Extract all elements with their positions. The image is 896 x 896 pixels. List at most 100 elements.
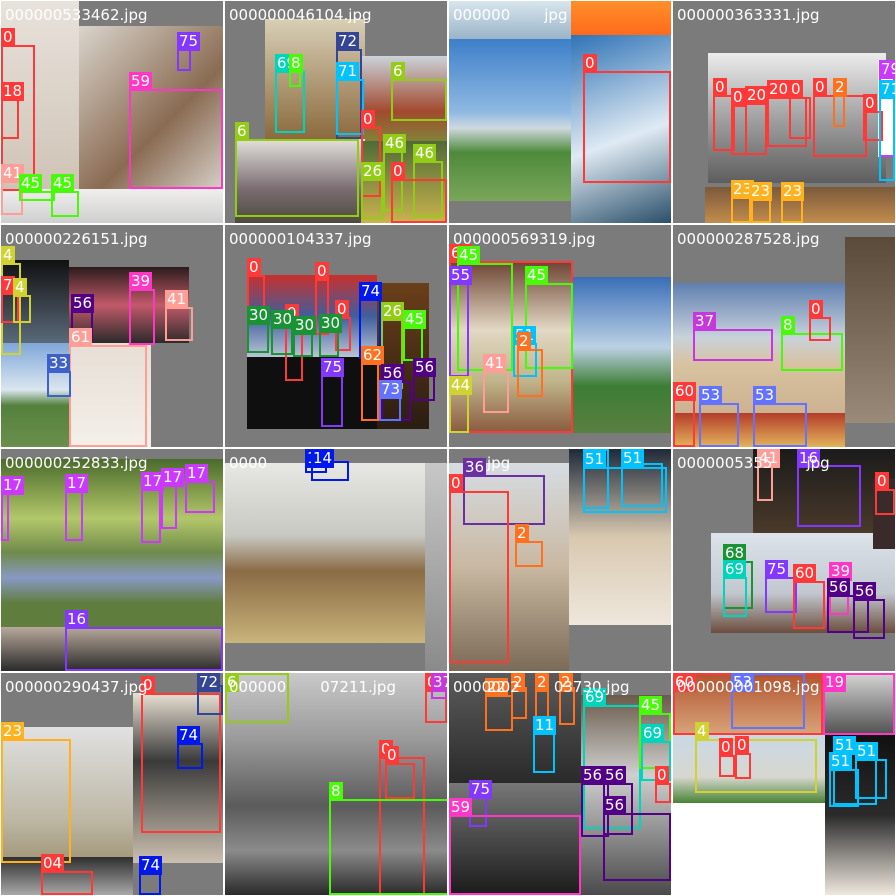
- mosaic-tile: 000000252833.jpg 17 17 17 17 17 16: [1, 449, 223, 671]
- class-label-tag: 61: [69, 328, 93, 347]
- mosaic-tile: 000000226151.jpg 4 41 39 56 61 33 7 4: [1, 225, 223, 447]
- class-label-tag: 4: [1, 246, 15, 265]
- tile-filename: 000000046104.jpg: [229, 6, 372, 24]
- bounding-box: [65, 491, 83, 541]
- bounding-box: [485, 695, 513, 731]
- bounding-box: [533, 733, 555, 773]
- bounding-box: [391, 79, 447, 121]
- bounding-box: [449, 283, 469, 377]
- tile-filename: 000000287528.jpg: [677, 230, 820, 248]
- class-label-tag: 0: [391, 162, 405, 181]
- bounding-box: [247, 323, 269, 353]
- tile-filename: 000000533462.jpg: [5, 6, 148, 24]
- class-label-tag: 37: [693, 312, 717, 331]
- bounding-box: [749, 199, 771, 223]
- class-label-tag: 73: [379, 380, 403, 399]
- class-label-tag: 8: [329, 782, 343, 801]
- tile-filename: 000000 07211.jpg: [229, 678, 396, 696]
- mosaic-tile: 000000363331.jpg00202000207971232323: [673, 1, 895, 223]
- tile-filename: jpg: [453, 454, 510, 472]
- tile-filename-tail: jpg: [806, 454, 830, 472]
- class-label-tag: 8: [289, 54, 303, 73]
- bounding-box: [177, 49, 191, 71]
- class-label-tag: 0: [247, 258, 261, 277]
- class-label-tag: 2: [517, 332, 531, 351]
- class-label-tag: 56: [853, 582, 877, 601]
- bounding-box: [879, 97, 895, 181]
- class-label-tag: 4: [13, 278, 27, 297]
- class-label-tag: 74: [177, 726, 201, 745]
- class-label-tag: 16: [65, 610, 89, 629]
- tile-filename: 000000252833.jpg: [5, 454, 148, 472]
- class-label-tag: 20: [745, 86, 769, 105]
- class-label-tag: 23: [1, 722, 25, 741]
- bounding-box: [361, 363, 379, 421]
- class-label-tag: 45: [19, 174, 43, 193]
- bounding-box: [1, 739, 71, 863]
- bounding-box: [139, 873, 161, 895]
- bounding-box: [161, 485, 177, 529]
- bounding-box: [1, 99, 19, 139]
- bounding-box: [745, 103, 767, 155]
- class-label-tag: 23: [749, 182, 773, 201]
- tile-filename: 0000: [229, 454, 268, 472]
- bounding-box: [515, 541, 543, 567]
- class-label-tag: 30: [319, 314, 343, 333]
- tile-filename: 000000569319.jpg: [453, 230, 596, 248]
- tile-filename-tail: jpg: [544, 6, 568, 24]
- class-label-tag: 30: [293, 316, 317, 335]
- bounding-box: [735, 753, 751, 779]
- tile-filename-tail: 03730.jpg: [553, 678, 630, 696]
- class-label-tag: 45: [639, 696, 663, 715]
- class-label-tag: 79: [879, 60, 895, 79]
- bounding-box: [483, 371, 509, 413]
- bounding-box: [655, 783, 671, 803]
- tile-filename: 000000 jpg: [453, 6, 568, 24]
- bounding-box: [449, 815, 581, 895]
- bounding-box: [293, 333, 313, 357]
- bounding-box: [385, 763, 415, 799]
- bounding-box: [177, 743, 203, 769]
- bounding-box: [141, 489, 161, 543]
- bounding-box: [781, 199, 803, 223]
- class-label-tag: 56: [413, 358, 437, 377]
- class-label-tag: 0: [735, 736, 749, 755]
- class-label-tag: 46: [383, 134, 407, 153]
- class-label-tag: 55: [449, 266, 473, 285]
- class-label-tag: 14: [311, 449, 335, 468]
- tile-filename: 000000290437.jpg: [5, 678, 148, 696]
- class-label-tag: 0: [315, 262, 329, 281]
- mosaic-tile: 000000290437.jpg 0 72 74 23 74 04: [1, 673, 223, 895]
- mosaic-tile: 000000533462.jpg 0 75 59 41 45 45 18: [1, 1, 223, 223]
- class-label-tag: 51: [829, 752, 853, 771]
- mosaic-tile: 0000005355 jpg 41 16 68 69 75 60 39 56 56 0: [673, 449, 895, 671]
- mosaic-tile: 0000002 03730.jpg 22 2 2 2 69 11 45 69 75 59 56 56 56 0: [449, 673, 671, 895]
- bounding-box: [693, 329, 773, 361]
- bounding-box: [165, 307, 193, 341]
- mosaic-tile: 000000104337.jpg007400264530303030756256…: [225, 225, 447, 447]
- class-label-tag: 72: [197, 673, 221, 692]
- class-label-tag: 46: [413, 144, 437, 163]
- bounding-box: [789, 97, 811, 139]
- bounding-box: [695, 739, 817, 793]
- tile-filename-tail: 07211.jpg: [320, 678, 396, 696]
- class-label-tag: 56: [603, 766, 627, 785]
- class-label-tag: 41: [165, 290, 189, 309]
- class-label-tag: 59: [449, 798, 473, 817]
- class-label-tag: 17: [65, 474, 89, 493]
- class-label-tag: 23: [781, 182, 805, 201]
- tile-filename: 000000001098.jpg: [677, 678, 820, 696]
- training-photo: [449, 39, 571, 201]
- class-label-tag: 59: [129, 72, 153, 91]
- class-label-tag: 30: [247, 306, 271, 325]
- class-label-tag: 6: [235, 122, 249, 141]
- class-label-tag: 8: [781, 316, 795, 335]
- class-label-tag: 17: [1, 476, 25, 495]
- bounding-box: [129, 89, 223, 189]
- training-photo: [425, 463, 447, 671]
- bounding-box: [517, 349, 543, 397]
- class-label-tag: 56: [603, 796, 627, 815]
- class-label-tag: 74: [139, 856, 163, 875]
- class-label-tag: 6: [391, 62, 405, 81]
- training-photo: [673, 803, 825, 895]
